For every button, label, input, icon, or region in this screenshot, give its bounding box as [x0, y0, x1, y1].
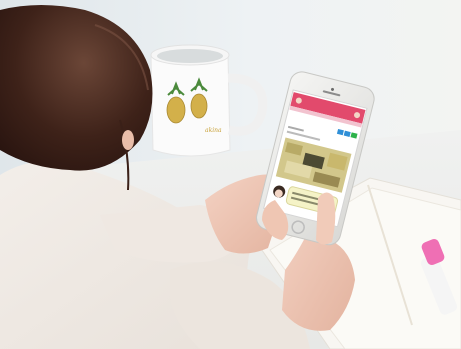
- index-finger: [316, 192, 336, 245]
- mug-text: akina: [205, 127, 222, 134]
- photo: akina: [0, 0, 461, 349]
